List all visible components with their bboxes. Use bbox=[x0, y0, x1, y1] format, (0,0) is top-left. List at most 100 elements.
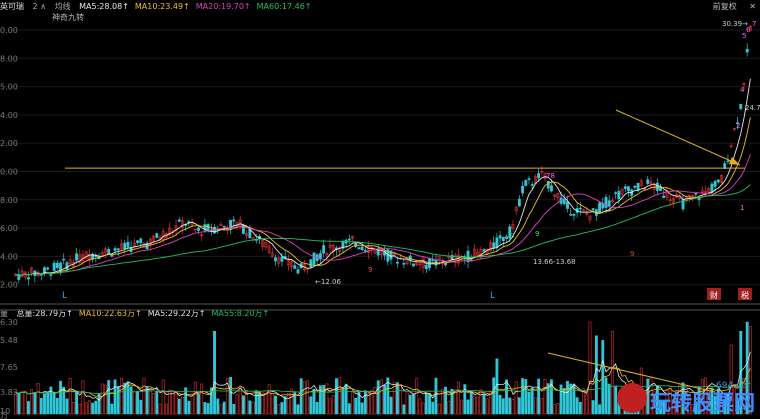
volume-bar bbox=[412, 393, 415, 415]
candle-body bbox=[716, 179, 720, 183]
volume-bar bbox=[431, 401, 435, 415]
volume-bar bbox=[59, 380, 62, 415]
volume-bar bbox=[100, 383, 104, 415]
volume-bar bbox=[241, 395, 245, 415]
candle-body bbox=[309, 259, 313, 268]
candle-body bbox=[197, 227, 200, 231]
volume-bar bbox=[52, 392, 56, 415]
candle-body bbox=[52, 262, 56, 271]
candle-body bbox=[562, 199, 566, 205]
candle-body bbox=[296, 269, 300, 274]
volume-bar bbox=[248, 400, 252, 415]
price-tick-label: 0.00 bbox=[0, 168, 18, 177]
volume-bar bbox=[277, 404, 281, 415]
chart-canvas[interactable]: 0.00 8.00 5.00 4.00 2.00 0.00 8.00 6.00 4.00 2.00… bbox=[0, 0, 760, 419]
volume-bar bbox=[113, 379, 117, 415]
volume-bar bbox=[161, 379, 165, 415]
volume-bar bbox=[591, 400, 595, 415]
candle-body bbox=[360, 246, 364, 251]
nine-turn-mark: 9 bbox=[630, 250, 634, 258]
volume-bar bbox=[315, 401, 319, 415]
volume-bar bbox=[200, 383, 204, 415]
volume-bar bbox=[421, 402, 425, 415]
volume-bar bbox=[197, 393, 200, 415]
volume-bar bbox=[120, 377, 123, 415]
volume-bar bbox=[17, 393, 21, 415]
volume-bar bbox=[302, 381, 306, 415]
candle-body bbox=[697, 198, 701, 201]
nine-turn-mark: 9 bbox=[535, 230, 539, 238]
volume-bar bbox=[598, 404, 602, 415]
volume-bar bbox=[588, 321, 592, 415]
candle-body bbox=[139, 238, 143, 244]
nine-turn-mark: 1 bbox=[740, 204, 744, 212]
candle-body bbox=[505, 236, 508, 239]
volume-bar bbox=[254, 390, 258, 415]
volume-bar bbox=[39, 397, 43, 415]
candle-body bbox=[521, 185, 525, 194]
volume-bar bbox=[331, 395, 335, 415]
volume-bar bbox=[132, 392, 136, 415]
candle-body bbox=[75, 253, 78, 261]
candle-body bbox=[492, 242, 496, 249]
volume-bar bbox=[27, 401, 30, 415]
volume-bar bbox=[264, 392, 268, 415]
watermark-domain: 694.cc bbox=[716, 381, 746, 391]
trend-arrow-line bbox=[615, 109, 741, 166]
volume-bar bbox=[94, 400, 98, 415]
volume-bar bbox=[213, 330, 216, 415]
candle-body bbox=[710, 183, 714, 193]
volume-bar bbox=[498, 394, 502, 415]
candle-body bbox=[280, 256, 284, 262]
nine-turn-mark: 9 bbox=[510, 232, 514, 240]
badge-cai: 财 bbox=[710, 290, 718, 300]
candle-body bbox=[123, 242, 127, 250]
watermark-logo-icon bbox=[617, 383, 647, 413]
candle-body bbox=[745, 48, 749, 53]
candle-body bbox=[591, 208, 595, 211]
volume-bar bbox=[274, 395, 277, 415]
volume-bar bbox=[646, 378, 650, 415]
volume-bar bbox=[107, 380, 111, 415]
candle-body bbox=[598, 202, 602, 213]
volume-bar bbox=[559, 384, 563, 415]
volume-bar bbox=[219, 404, 223, 415]
candle-body bbox=[116, 248, 120, 251]
volume-bar bbox=[116, 386, 120, 415]
candle-body bbox=[110, 254, 114, 257]
volume-bar bbox=[351, 392, 354, 415]
volume-bar bbox=[408, 394, 412, 415]
volume-bar bbox=[492, 377, 496, 415]
candle-body bbox=[55, 262, 59, 269]
volume-bar bbox=[126, 381, 130, 415]
volume-bar bbox=[232, 403, 236, 415]
candle-body bbox=[646, 179, 650, 184]
candle-body bbox=[136, 240, 139, 243]
low-price-label: ←12.06 bbox=[315, 278, 341, 286]
volume-bar bbox=[290, 388, 293, 415]
range-label: 13.66-13.68 bbox=[533, 258, 576, 266]
candle-body bbox=[607, 200, 611, 207]
volume-bar bbox=[309, 396, 313, 415]
candle-body bbox=[498, 235, 502, 239]
stock-chart-window: 英可瑞 2 ∧ 均线 MA5:28.08↑ MA10:23.49↑ MA20:19.… bbox=[0, 0, 760, 419]
volume-bar bbox=[206, 403, 210, 415]
volume-bar bbox=[33, 392, 37, 415]
candle-body bbox=[322, 245, 326, 254]
candle-body bbox=[43, 267, 46, 273]
volume-bar bbox=[517, 397, 521, 415]
volume-bar bbox=[312, 388, 316, 415]
volume-bar bbox=[75, 391, 78, 415]
volume-bar bbox=[473, 395, 476, 415]
volume-bar bbox=[65, 398, 69, 415]
candle-body bbox=[617, 191, 621, 200]
volume-bar bbox=[530, 387, 534, 415]
volume-bar bbox=[46, 392, 50, 415]
candle-body bbox=[59, 262, 62, 271]
candle-body bbox=[546, 180, 550, 189]
candle-body bbox=[293, 265, 297, 269]
volume-bar bbox=[428, 393, 431, 415]
volume-bar bbox=[78, 403, 82, 415]
volume-bar bbox=[20, 390, 24, 415]
volume-bar bbox=[71, 402, 75, 415]
